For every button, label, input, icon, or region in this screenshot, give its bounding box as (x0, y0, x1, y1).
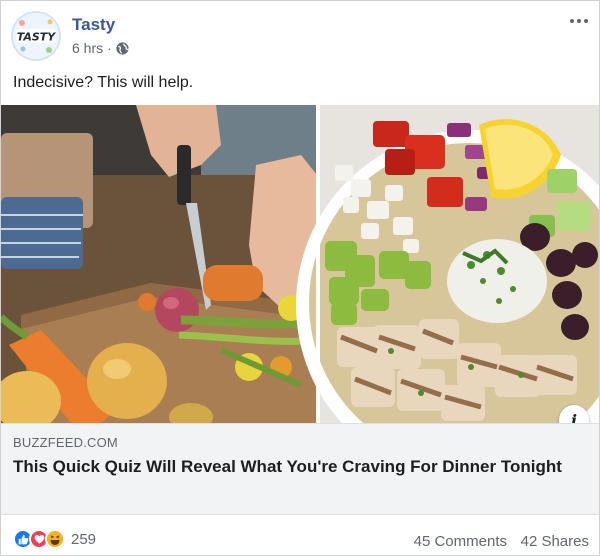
reaction-count: 259 (71, 530, 97, 548)
post-meta: 6 hrs · (72, 40, 129, 56)
comments-count-link[interactable]: 45 Comments (414, 533, 507, 550)
post-message: Indecisive? This will help. (13, 74, 194, 91)
meta-separator: · (107, 40, 112, 56)
globe-icon[interactable] (116, 41, 129, 55)
link-title[interactable]: This Quick Quiz Will Reveal What You're … (13, 455, 583, 479)
more-options-icon[interactable] (567, 13, 591, 29)
avatar-text: TASTY (17, 31, 57, 44)
post-timestamp[interactable]: 6 hrs (72, 40, 103, 56)
link-domain: BUZZFEED.COM (13, 435, 118, 450)
shares-count-link[interactable]: 42 Shares (521, 533, 589, 550)
post-header: TASTY Tasty 6 hrs · (11, 11, 591, 61)
haha-icon (45, 529, 65, 549)
reactions-summary[interactable]: 259 (13, 529, 96, 549)
left-photo-chopping-vegetables (1, 105, 317, 423)
page-name-link[interactable]: Tasty (72, 15, 115, 35)
facebook-post: TASTY Tasty 6 hrs · Indecisive? This wil… (0, 0, 600, 556)
link-preview[interactable]: BUZZFEED.COM This Quick Quiz Will Reveal… (1, 423, 599, 515)
post-footer: 259 45 Comments 42 Shares (1, 526, 599, 556)
page-avatar[interactable]: TASTY (11, 11, 61, 61)
post-image[interactable]: i (1, 105, 599, 423)
right-photo-salad-bowl (296, 105, 599, 423)
avatar-logo: TASTY (13, 13, 59, 59)
